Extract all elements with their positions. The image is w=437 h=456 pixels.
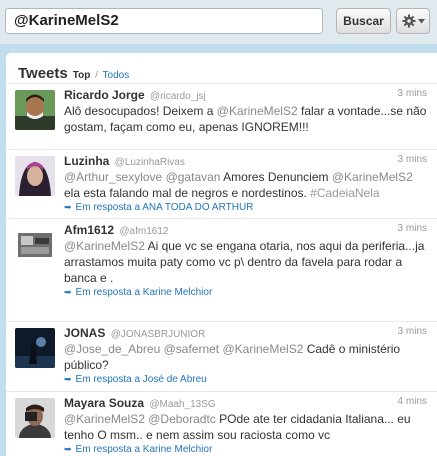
mention-link[interactable]: @Deboradtc [148, 412, 216, 426]
text-segment: ela esta falando mal de negros e nordest… [64, 186, 311, 200]
gear-icon [402, 14, 415, 28]
tweet-text: @Arthur_sexylove @gatavan Amores Denunci… [64, 169, 427, 201]
mention-link[interactable]: @KarineMelS2 [222, 342, 303, 356]
tweet-time[interactable]: 3 mins [398, 326, 427, 337]
mention-link[interactable]: @KarineMelS2 [64, 239, 145, 253]
filter-all[interactable]: Todos [103, 70, 130, 81]
author-name[interactable]: Mayara Souza [64, 396, 144, 410]
mention-link[interactable]: @KarineMelS2 [217, 104, 298, 118]
in-reply-to-link[interactable]: ➥ Em resposta a Karine Melchior [64, 444, 427, 455]
tweet-item[interactable]: JONAS @JONASBRJUNIOR 3 mins @Jose_de_Abr… [6, 321, 437, 391]
mention-link[interactable]: @safernet [164, 342, 220, 356]
tweet-text: @KarineMelS2 Ai que vc se engana otaria,… [64, 238, 427, 286]
author-name[interactable]: Luzinha [64, 154, 109, 168]
author-handle[interactable]: @afm1612 [119, 226, 168, 237]
chevron-down-icon [417, 18, 425, 23]
reply-arrow-icon: ➥ [64, 444, 72, 454]
author-name[interactable]: JONAS [64, 326, 105, 340]
hashtag-link[interactable]: #CadeiaNela [310, 186, 379, 200]
panel-title: Tweets [18, 65, 68, 82]
search-input[interactable]: @KarineMelS2 [5, 8, 323, 34]
panel-header: Tweets Top / Todos [6, 53, 437, 83]
reply-arrow-icon: ➥ [64, 287, 72, 297]
tweets-panel: Tweets Top / Todos Ricardo Jorge @ricard… [6, 53, 437, 456]
settings-menu-button[interactable] [396, 8, 430, 34]
avatar[interactable] [15, 398, 55, 438]
tweet-text: @KarineMelS2 @Deboradtc POde ate ter cid… [64, 411, 427, 443]
author-name[interactable]: Afm1612 [64, 223, 114, 237]
tweet-time[interactable]: 3 mins [398, 88, 427, 99]
search-bar: @KarineMelS2 Buscar [0, 0, 437, 44]
in-reply-to-label: Em resposta a José de Abreu [75, 374, 207, 385]
in-reply-to-label: Em resposta a ANA TODA DO ARTHUR [75, 202, 254, 213]
tweet-time[interactable]: 4 mins [398, 396, 427, 407]
mention-link[interactable]: @KarineMelS2 [332, 170, 413, 184]
tweet-filter: Top / Todos [73, 70, 129, 81]
tweet-text: @Jose_de_Abreu @safernet @KarineMelS2 Ca… [64, 341, 427, 373]
in-reply-to-link[interactable]: ➥ Em resposta a Karine Melchior [64, 287, 427, 298]
tweet-item[interactable]: Mayara Souza @Maah_13SG 4 mins @KarineMe… [6, 391, 437, 456]
reply-arrow-icon: ➥ [64, 374, 72, 384]
reply-arrow-icon: ➥ [64, 202, 72, 212]
avatar[interactable] [15, 156, 55, 196]
in-reply-to-label: Em resposta a Karine Melchior [75, 444, 213, 455]
author-handle[interactable]: @JONASBRJUNIOR [111, 329, 206, 340]
tweet-time[interactable]: 3 mins [398, 154, 427, 165]
tweet-item[interactable]: Afm1612 @afm1612 3 mins @KarineMelS2 Ai … [6, 218, 437, 321]
text-segment: Alô desocupados! Deixem a [64, 104, 217, 118]
author-handle[interactable]: @LuzinhaRivas [115, 157, 185, 168]
filter-top[interactable]: Top [73, 70, 91, 81]
search-button[interactable]: Buscar [336, 8, 391, 34]
in-reply-to-link[interactable]: ➥ Em resposta a ANA TODA DO ARTHUR [64, 202, 427, 213]
avatar[interactable] [15, 225, 55, 265]
tweet-item[interactable]: Luzinha @LuzinhaRivas 3 mins @Arthur_sex… [6, 149, 437, 218]
avatar[interactable] [15, 90, 55, 130]
author-handle[interactable]: @ricardo_jsj [150, 91, 206, 102]
tweet-text: Alô desocupados! Deixem a @KarineMelS2 f… [64, 103, 427, 135]
in-reply-to-link[interactable]: ➥ Em resposta a José de Abreu [64, 374, 427, 385]
tweet-item[interactable]: Ricardo Jorge @ricardo_jsj 3 mins Alô de… [6, 83, 437, 149]
author-name[interactable]: Ricardo Jorge [64, 88, 145, 102]
mention-link[interactable]: @KarineMelS2 [64, 412, 145, 426]
mention-link[interactable]: @gatavan [166, 170, 221, 184]
author-handle[interactable]: @Maah_13SG [149, 399, 215, 410]
mention-link[interactable]: @Arthur_sexylove [64, 170, 162, 184]
text-segment: Amores Denunciem [220, 170, 332, 184]
in-reply-to-label: Em resposta a Karine Melchior [75, 287, 213, 298]
avatar[interactable] [15, 328, 55, 368]
mention-link[interactable]: @Jose_de_Abreu [64, 342, 160, 356]
tweet-time[interactable]: 3 mins [398, 223, 427, 234]
filter-separator: / [95, 70, 98, 81]
